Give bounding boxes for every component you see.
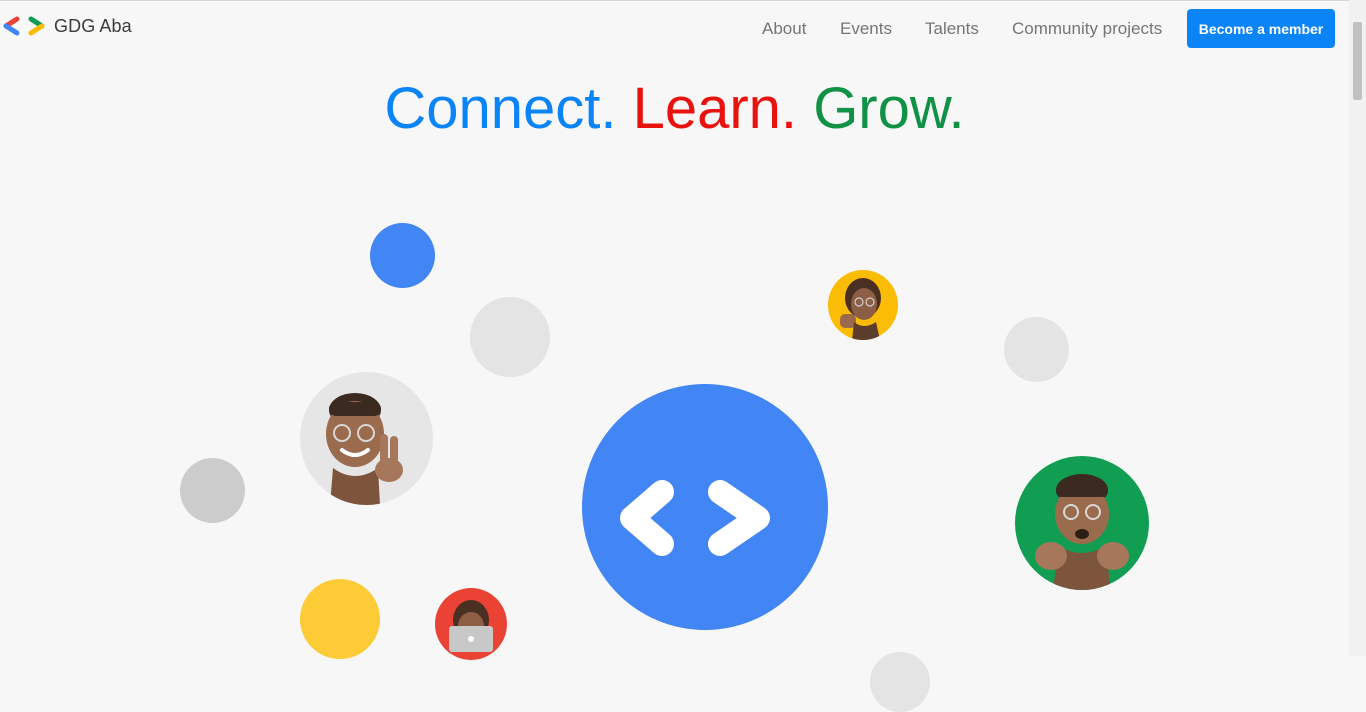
main-nav: About Events Talents Community projects bbox=[0, 19, 1349, 41]
hero-word-grow: Grow. bbox=[813, 76, 965, 141]
memoji-waving-hands-avatar bbox=[1015, 456, 1149, 590]
scrollbar-thumb[interactable] bbox=[1353, 22, 1362, 100]
nav-link-community-projects[interactable]: Community projects bbox=[1012, 19, 1162, 39]
hero-word-learn: Learn. bbox=[632, 76, 798, 141]
code-brackets-icon bbox=[582, 384, 828, 630]
page-scrollbar[interactable] bbox=[1349, 0, 1366, 656]
decor-circle-yellow bbox=[300, 579, 380, 659]
hero-title: Connect. Learn. Grow. bbox=[0, 76, 1349, 142]
nav-link-about[interactable]: About bbox=[762, 19, 806, 39]
decor-circle-light-gray bbox=[470, 297, 550, 377]
decor-circle-gray bbox=[180, 458, 245, 523]
nav-link-talents[interactable]: Talents bbox=[925, 19, 979, 39]
become-member-button[interactable]: Become a member bbox=[1187, 9, 1335, 48]
hero-word-connect: Connect. bbox=[384, 76, 617, 141]
nav-link-events[interactable]: Events bbox=[840, 19, 892, 39]
memoji-laptop-avatar bbox=[435, 588, 507, 660]
memoji-peace-sign-avatar bbox=[300, 372, 433, 505]
site-header: GDG Aba About Events Talents Community p… bbox=[0, 0, 1349, 56]
decor-circle-partial bbox=[870, 652, 930, 712]
decor-circle-light-gray-right bbox=[1004, 317, 1069, 382]
decor-circle-blue bbox=[370, 223, 435, 288]
memoji-fist-bump-avatar bbox=[828, 270, 898, 340]
